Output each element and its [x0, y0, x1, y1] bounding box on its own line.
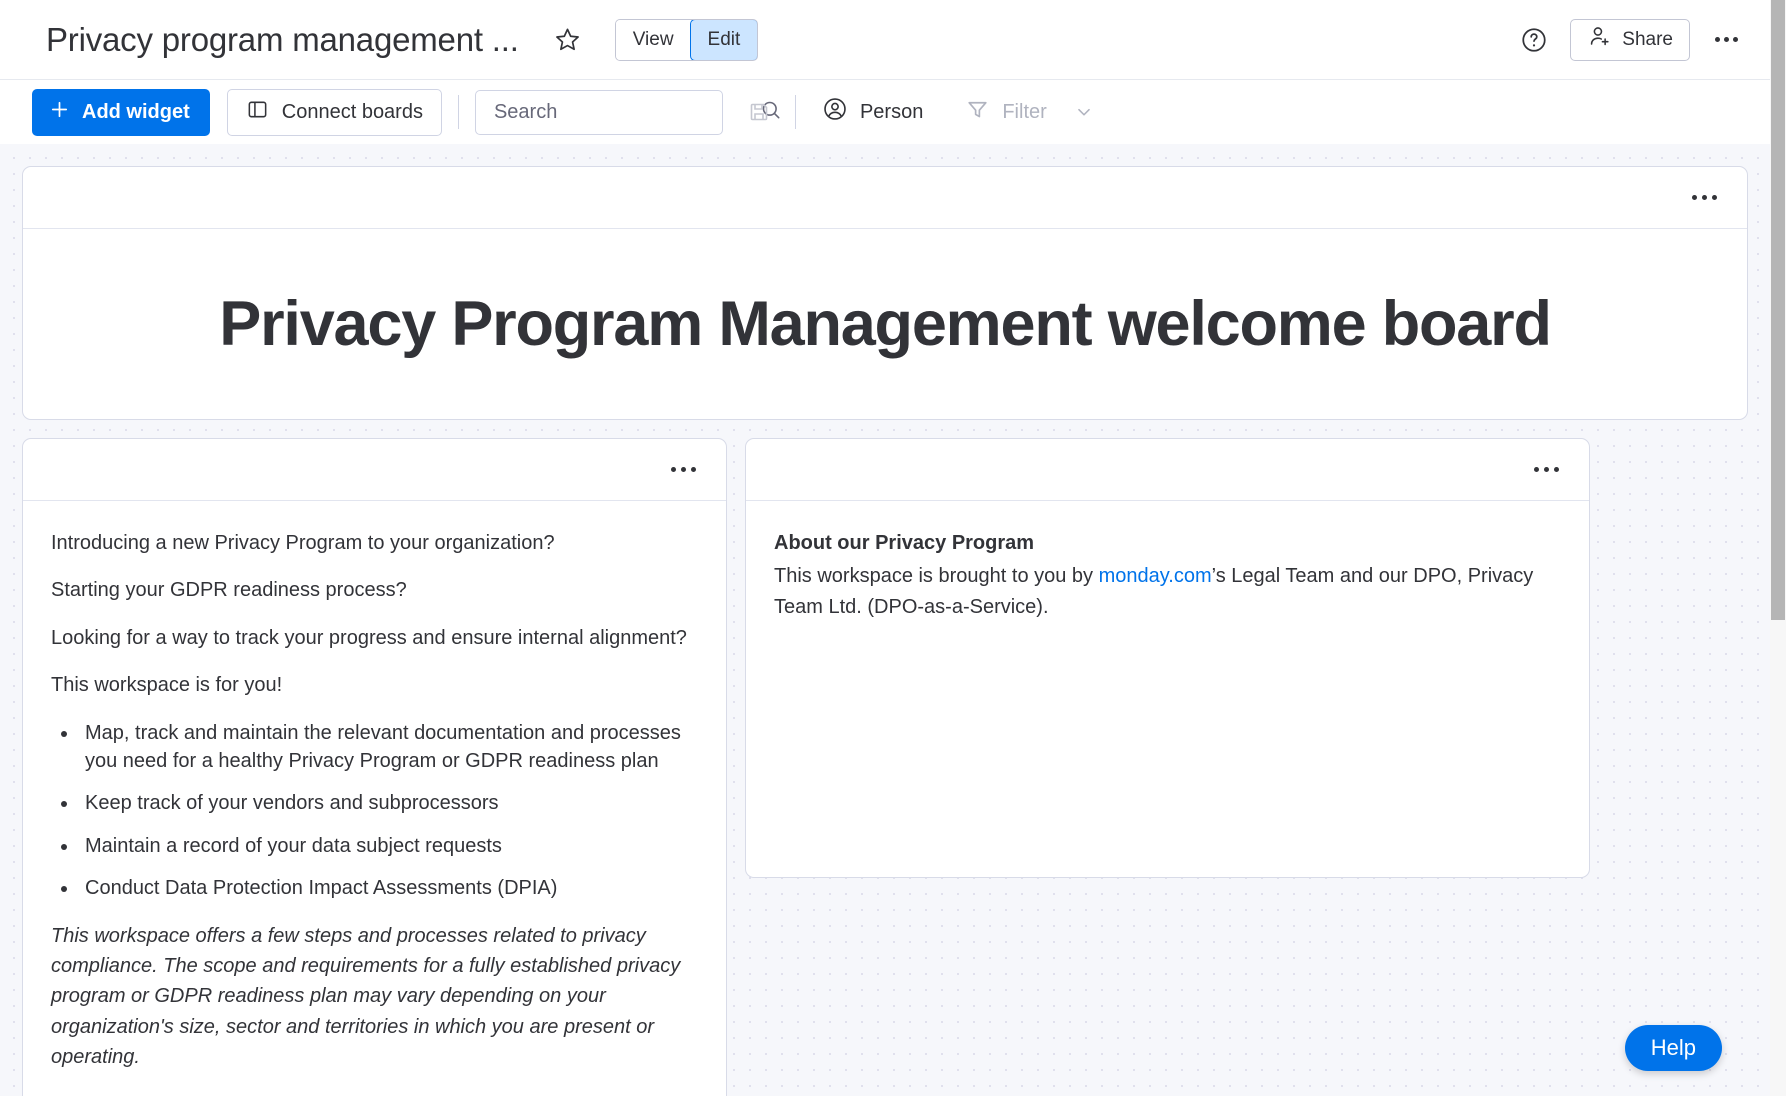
intro-italic-note: This workspace offers a few steps and pr…: [51, 924, 681, 1069]
title-widget-menu-button[interactable]: [1684, 187, 1725, 208]
more-dot: [681, 467, 686, 472]
about-heading: About our Privacy Program: [774, 532, 1035, 554]
more-dot: [1714, 37, 1720, 42]
more-dot: [1732, 37, 1738, 42]
toolbar-divider: [457, 95, 459, 129]
more-dot: [1692, 195, 1697, 200]
list-item: Keep track of your vendors and subproces…: [79, 789, 698, 817]
search-box[interactable]: [474, 89, 780, 135]
monday-com-link[interactable]: monday.com: [1099, 565, 1212, 587]
person-filter-button[interactable]: Person: [812, 91, 933, 133]
about-body-pre-link: This workspace is brought to you by: [774, 565, 1099, 588]
intro-widget-body: Introducing a new Privacy Program to you…: [23, 501, 726, 1072]
connect-boards-button[interactable]: Connect boards: [226, 88, 442, 136]
connect-boards-label: Connect boards: [281, 100, 423, 123]
list-item: Maintain a record of your data subject r…: [79, 832, 698, 860]
board-panel-icon: [246, 98, 269, 127]
view-edit-toggle: View Edit: [614, 18, 759, 61]
more-dot: [1554, 467, 1559, 472]
more-dot: [671, 467, 676, 472]
intro-text-widget: Introducing a new Privacy Program to you…: [22, 438, 727, 1096]
filter-label: Filter: [1002, 100, 1047, 123]
more-dot: [1534, 467, 1539, 472]
save-view-icon[interactable]: [739, 92, 779, 132]
board-toolbar: Add widget Connect boards Search Person …: [0, 80, 1770, 144]
intro-paragraph: Introducing a new Privacy Program to you…: [51, 532, 555, 554]
widget-header: [23, 439, 726, 501]
title-widget: Privacy Program Management welcome board: [22, 166, 1748, 420]
intro-widget-menu-button[interactable]: [663, 459, 704, 480]
vertical-scrollbar-thumb[interactable]: [1771, 0, 1785, 620]
header-actions: Share: [1514, 18, 1746, 61]
about-program-widget: About our Privacy Program This workspace…: [745, 438, 1590, 878]
board-more-menu-button[interactable]: [1706, 20, 1746, 60]
widget-header: [23, 167, 1747, 229]
page-title: Privacy program management ...: [46, 20, 519, 58]
share-button[interactable]: Share: [1570, 18, 1690, 61]
help-button[interactable]: Help: [1624, 1025, 1722, 1071]
search-input[interactable]: [493, 100, 759, 124]
board-header: Privacy program management ... View Edit: [0, 0, 1770, 80]
star-icon[interactable]: [549, 21, 587, 59]
vertical-scrollbar[interactable]: [1770, 0, 1786, 1096]
widget-row: Introducing a new Privacy Program to you…: [22, 438, 1748, 1096]
person-add-icon: [1587, 24, 1612, 55]
edit-mode-button[interactable]: Edit: [689, 19, 758, 60]
intro-bullet-list: Map, track and maintain the relevant doc…: [79, 719, 698, 903]
more-dot: [691, 467, 696, 472]
toolbar-divider: [794, 95, 796, 129]
widget-header: [746, 439, 1589, 501]
list-item: Map, track and maintain the relevant doc…: [79, 719, 698, 776]
filter-button[interactable]: Filter: [955, 91, 1104, 133]
help-circle-icon[interactable]: [1514, 20, 1554, 60]
funnel-icon: [965, 97, 990, 128]
more-dot: [1702, 195, 1707, 200]
board-canvas: Privacy Program Management welcome board…: [0, 144, 1770, 1096]
more-dot: [1544, 467, 1549, 472]
about-widget-menu-button[interactable]: [1526, 459, 1567, 480]
add-widget-button[interactable]: Add widget: [32, 88, 210, 136]
view-mode-button[interactable]: View: [615, 19, 691, 60]
intro-paragraph: Looking for a way to track your progress…: [51, 626, 687, 649]
share-button-label: Share: [1622, 28, 1673, 50]
about-widget-body: About our Privacy Program This workspace…: [746, 501, 1589, 623]
app-root: Privacy program management ... View Edit: [0, 0, 1786, 1096]
welcome-board-title: Privacy Program Management welcome board: [219, 289, 1552, 359]
intro-paragraph: Starting your GDPR readiness process?: [51, 579, 407, 602]
list-item: Conduct Data Protection Impact Assessmen…: [79, 874, 698, 902]
person-circle-icon: [822, 96, 848, 128]
chevron-down-icon[interactable]: [1073, 101, 1095, 123]
add-widget-label: Add widget: [82, 100, 190, 123]
person-filter-label: Person: [859, 100, 924, 123]
intro-paragraph: This workspace is for you!: [51, 674, 283, 697]
more-dot: [1712, 195, 1717, 200]
more-dot: [1723, 37, 1729, 42]
about-body: This workspace is brought to you by mond…: [774, 561, 1561, 623]
plus-icon: [48, 98, 71, 127]
